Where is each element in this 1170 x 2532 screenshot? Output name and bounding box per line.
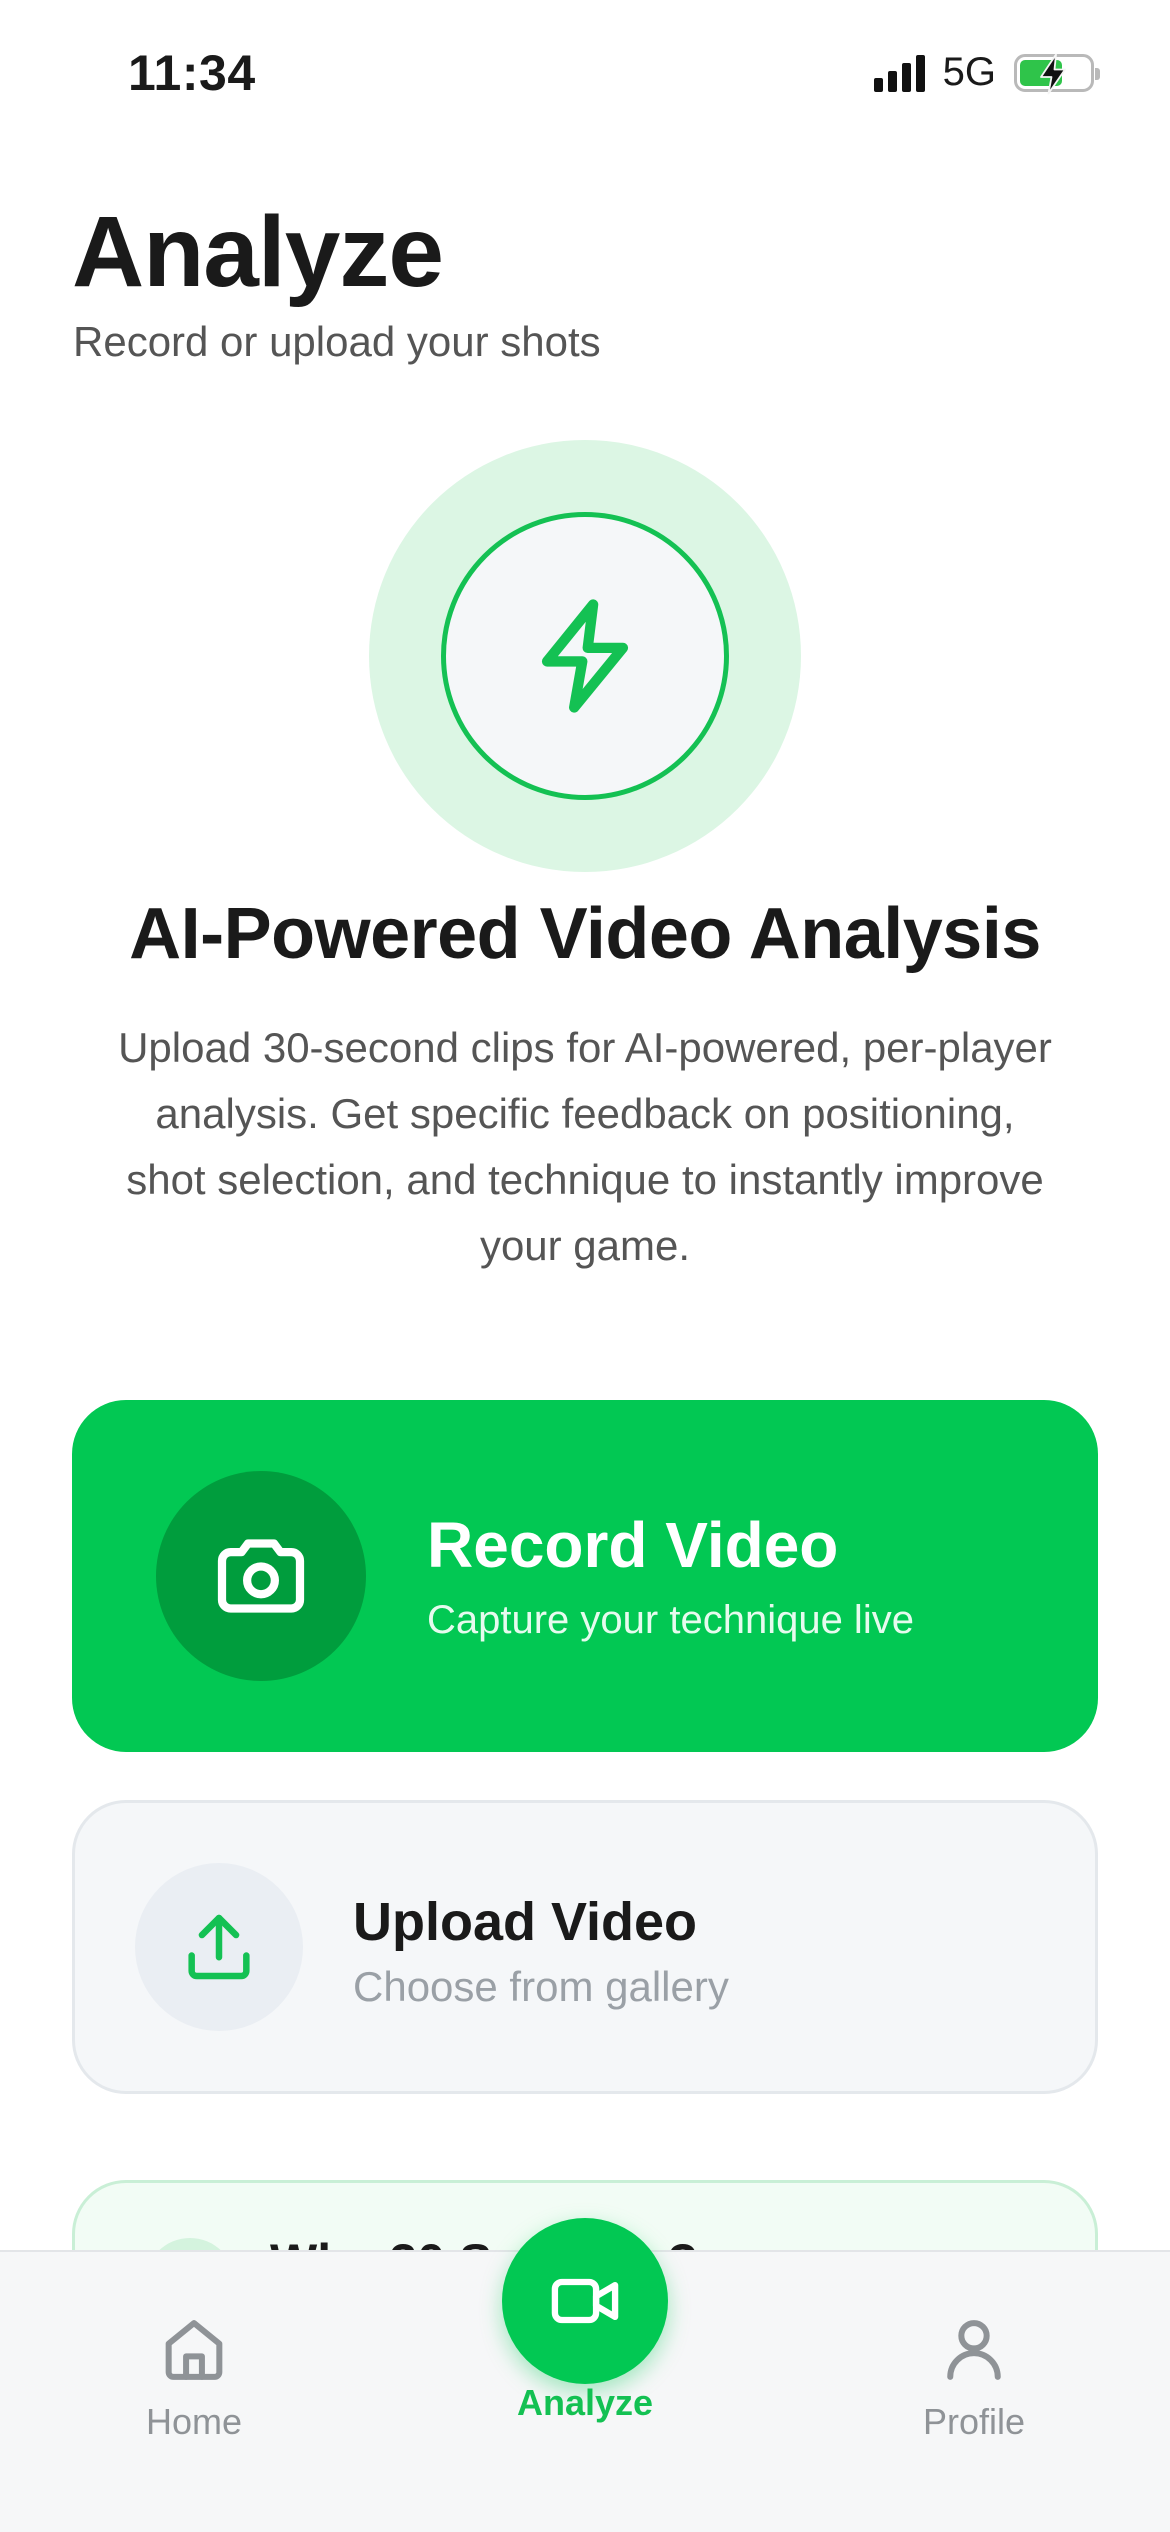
lightning-bolt-icon: [541, 599, 629, 713]
hero-description: Upload 30-second clips for AI-powered, p…: [118, 1024, 1052, 1269]
tab-profile-label: Profile: [922, 2401, 1026, 2442]
hero-icon-circle: [441, 512, 729, 800]
upload-video-button[interactable]: Upload Video Choose from gallery: [72, 1800, 1098, 2094]
page-title: Analyze: [72, 196, 444, 308]
camera-icon: [217, 1539, 305, 1613]
upload-video-title: Upload Video: [353, 1892, 698, 1952]
record-icon-circle: [156, 1471, 366, 1681]
person-icon: [947, 2320, 1001, 2380]
status-bar: 11:34 5G: [0, 0, 1170, 150]
upload-video-subtitle: Choose from gallery: [353, 1963, 729, 2010]
hero-icon-halo: [369, 440, 801, 872]
analyze-fab-button[interactable]: [502, 2218, 668, 2384]
home-icon: [165, 2320, 223, 2380]
record-video-button[interactable]: Record Video Capture your technique live: [72, 1400, 1098, 1752]
battery-icon: [1014, 53, 1100, 94]
tab-home-label: Home: [145, 2401, 243, 2442]
tab-analyze-label: Analyze: [516, 2382, 654, 2423]
hero-title: AI-Powered Video Analysis: [129, 894, 1041, 974]
upload-icon: [188, 1914, 250, 1980]
record-video-subtitle: Capture your technique live: [427, 1598, 914, 1642]
record-video-title: Record Video: [427, 1509, 839, 1581]
signal-strength-icon: [873, 54, 925, 92]
upload-icon-circle: [135, 1863, 303, 2031]
network-type: 5G: [942, 50, 996, 94]
status-time: 11:34: [128, 45, 256, 101]
page-subtitle: Record or upload your shots: [73, 318, 601, 365]
status-indicators: 5G: [873, 50, 1100, 95]
video-camera-icon: [551, 2278, 619, 2324]
analyze-screen: 11:34 5G Analyze Record or upload your s…: [0, 0, 1170, 2532]
tab-home[interactable]: Home: [84, 2312, 304, 2443]
tab-profile[interactable]: Profile: [864, 2312, 1084, 2443]
